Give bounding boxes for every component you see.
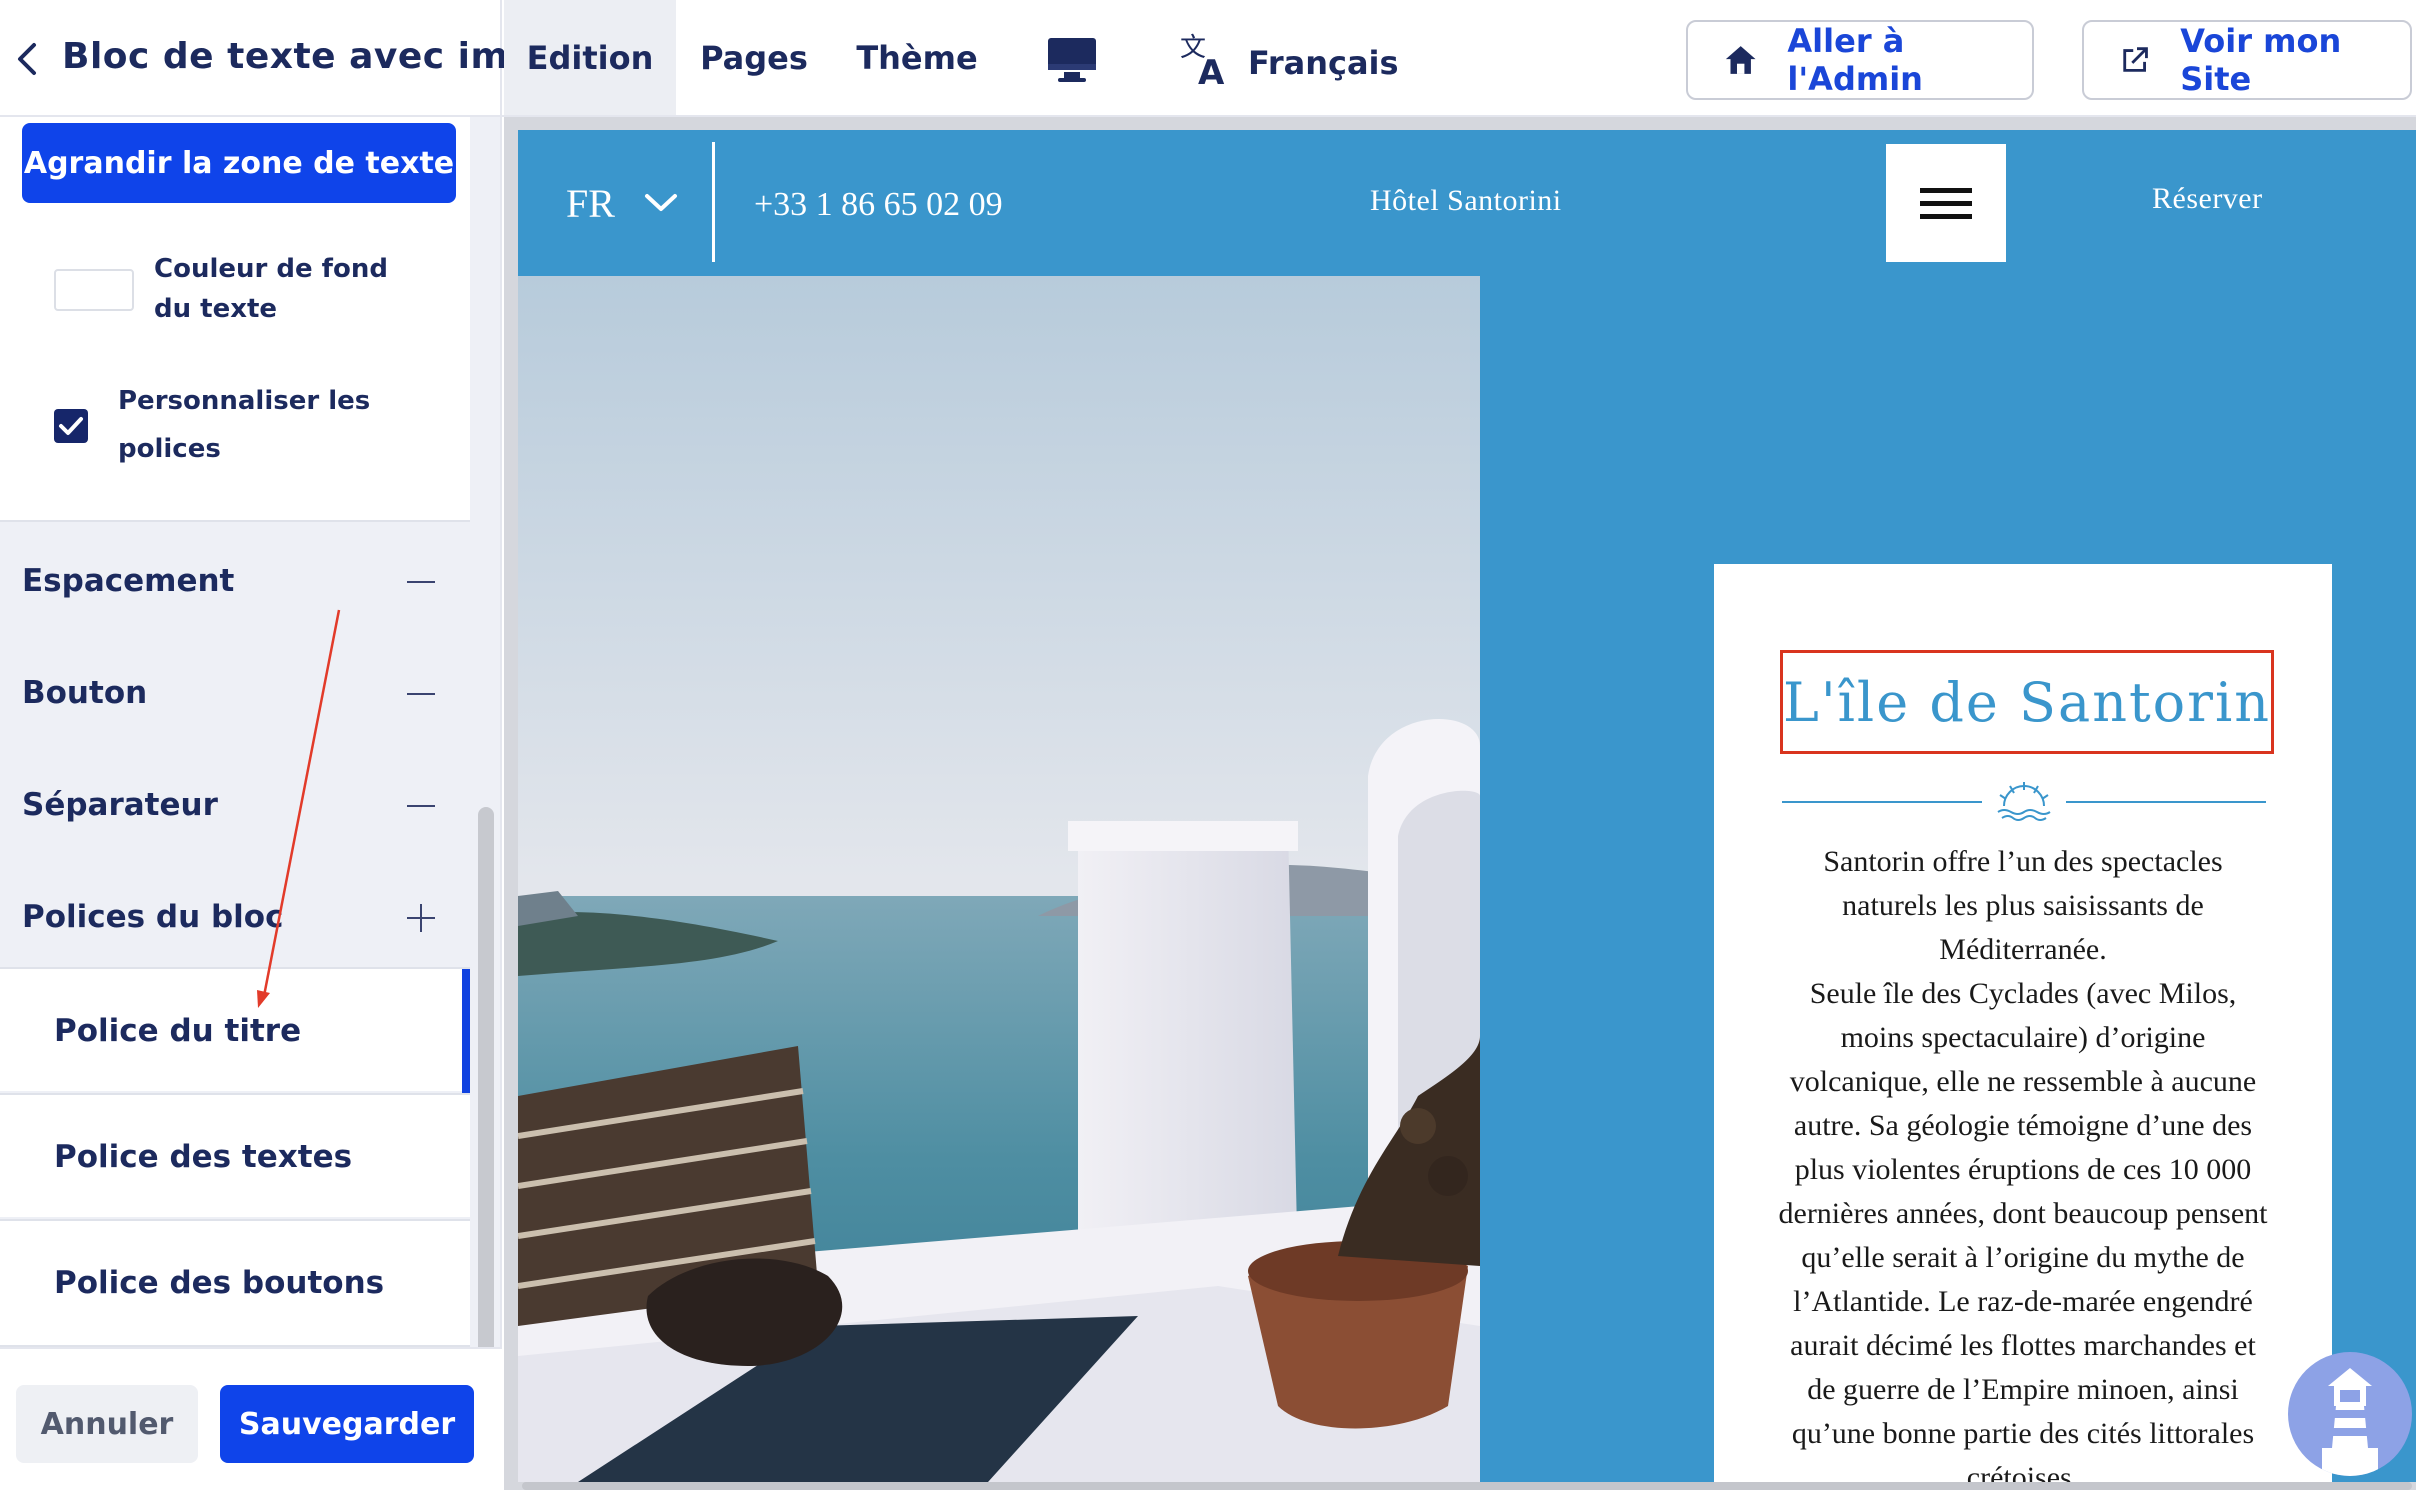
minus-icon[interactable] (406, 791, 436, 821)
active-indicator (462, 969, 470, 1093)
section-label: Bouton (22, 675, 148, 711)
check-icon (59, 417, 83, 435)
site-preview: FR +33 1 86 65 02 09 Hôtel Santorini Rés… (518, 130, 2416, 1482)
subitem-police-des-textes[interactable]: Police des textes (0, 1093, 470, 1217)
subitem-label: Police des textes (54, 1139, 353, 1175)
site-book-link[interactable]: Réserver (2152, 182, 2263, 216)
top-bar: Bloc de texte avec image Edition Pages T… (0, 0, 2416, 117)
view-site-button[interactable]: Voir mon Site (2082, 20, 2412, 100)
card-title[interactable]: L'île de Santorin (1780, 650, 2274, 754)
section-polices-du-bloc[interactable]: Polices du bloc (0, 861, 470, 971)
section-label: Séparateur (22, 787, 218, 823)
desktop-preview-icon[interactable] (1046, 36, 1098, 84)
subitem-police-du-titre[interactable]: Police du titre (0, 967, 470, 1093)
chevron-down-icon[interactable] (644, 192, 678, 214)
help-lighthouse-button[interactable] (2288, 1352, 2412, 1476)
external-link-icon (2123, 47, 2148, 72)
bg-color-swatch[interactable] (54, 269, 134, 311)
text-options: Agrandir la zone de texte Couleur de fon… (0, 117, 470, 522)
card-body[interactable]: Santorin offre l’un des spectacles natur… (1776, 840, 2270, 1482)
section-label: Polices du bloc (22, 899, 284, 935)
section-bouton[interactable]: Bouton (0, 637, 470, 747)
sun-separator-icon (1782, 782, 2266, 821)
settings-panel: Agrandir la zone de texte Couleur de fon… (0, 117, 502, 1490)
card-paragraph: Santorin offre l’un des spectacles natur… (1823, 845, 2223, 966)
site-hotel-name[interactable]: Hôtel Santorini (1370, 184, 1562, 218)
home-icon (1725, 46, 1756, 74)
lighthouse-icon (2322, 1368, 2378, 1476)
hamburger-icon (1920, 214, 1972, 219)
plus-icon[interactable] (406, 903, 436, 933)
language-selector[interactable]: Français (1248, 44, 1399, 82)
tab-theme[interactable]: Thème (832, 0, 1002, 115)
nav-divider (712, 142, 715, 262)
go-to-admin-label: Aller à l'Admin (1787, 22, 1923, 98)
hamburger-icon (1920, 188, 1972, 193)
section-label: Espacement (22, 563, 235, 599)
subitem-label: Police du titre (54, 1013, 302, 1049)
bg-color-label: Couleur de fond du texte (154, 254, 388, 324)
cancel-button[interactable]: Annuler (16, 1385, 198, 1463)
text-card: L'île de Santorin Santorin offre l’un de… (1714, 564, 2332, 1482)
view-site-label: Voir mon Site (2180, 22, 2342, 98)
preview-scrollbar[interactable] (522, 1482, 2412, 1490)
menu-button[interactable] (1886, 144, 2006, 262)
custom-fonts-label: Personnaliser les polices (118, 386, 371, 464)
svg-text:A: A (1198, 53, 1225, 86)
tab-edition[interactable]: Edition (504, 0, 676, 115)
translate-icon[interactable]: 文 A (1178, 30, 1230, 86)
minus-icon[interactable] (406, 679, 436, 709)
back-chevron-icon[interactable] (16, 42, 38, 76)
minus-icon[interactable] (406, 567, 436, 597)
hero-photo[interactable] (518, 276, 1480, 1482)
panel-header: Bloc de texte avec image (0, 0, 584, 117)
panel-footer: Annuler Sauvegarder (0, 1347, 502, 1490)
grow-text-area-button[interactable]: Agrandir la zone de texte (22, 123, 456, 203)
section-espacement[interactable]: Espacement (0, 525, 470, 635)
custom-fonts-checkbox[interactable] (54, 409, 88, 443)
subitem-label: Police des boutons (54, 1265, 385, 1301)
subitem-police-des-boutons[interactable]: Police des boutons (0, 1219, 470, 1347)
site-phone[interactable]: +33 1 86 65 02 09 (754, 186, 1003, 224)
section-separateur[interactable]: Séparateur (0, 749, 470, 859)
go-to-admin-button[interactable]: Aller à l'Admin (1686, 20, 2034, 100)
card-paragraph: Seule île des Cyclades (avec Milos, moin… (1778, 977, 2268, 1482)
hamburger-icon (1920, 201, 1972, 206)
save-button[interactable]: Sauvegarder (220, 1385, 474, 1463)
tab-pages[interactable]: Pages (676, 0, 832, 115)
site-language[interactable]: FR (566, 180, 615, 227)
